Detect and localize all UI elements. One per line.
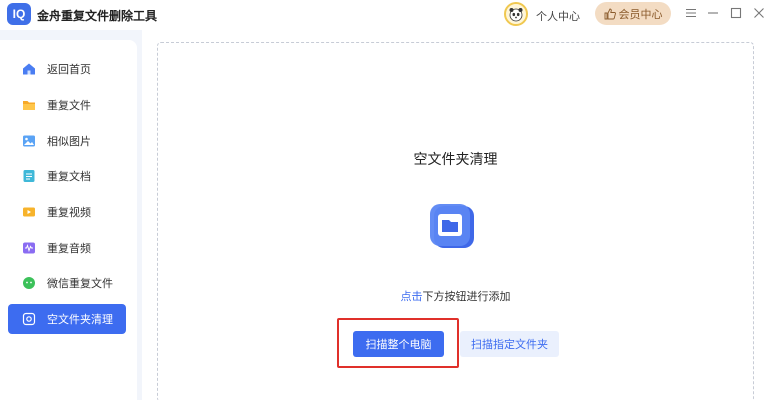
sidebar-item-duplicate-audio[interactable]: 重复音频 [8, 233, 126, 263]
page-title: 空文件夹清理 [413, 151, 498, 167]
hint-text: 下方按钮进行添加 [422, 291, 511, 303]
sidebar-item-label: 重复视频 [47, 207, 91, 219]
panda-avatar-icon [509, 8, 523, 22]
sidebar-item-duplicate-docs[interactable]: 重复文档 [8, 161, 126, 191]
sidebar-item-duplicate-videos[interactable]: 重复视频 [8, 197, 126, 227]
sidebar-item-label: 微信重复文件 [47, 278, 113, 290]
folder-icon [22, 98, 36, 112]
home-icon [22, 62, 36, 76]
wechat-icon [22, 276, 36, 290]
user-avatar[interactable] [504, 2, 528, 26]
audio-icon [22, 241, 36, 255]
sidebar-item-label: 重复文件 [47, 100, 91, 112]
sidebar: 返回首页 重复文件 相似图片 重复文档 重复视频 重复音频 微信重复文件 空文件… [0, 40, 137, 400]
empty-folder-icon [22, 312, 36, 326]
sidebar-item-wechat-duplicates[interactable]: 微信重复文件 [8, 268, 126, 298]
app-logo: IQ [7, 3, 31, 25]
sidebar-item-empty-folder-cleanup[interactable]: 空文件夹清理 [8, 304, 126, 334]
user-center-link[interactable]: 个人中心 [536, 8, 580, 24]
hint-click-link: 点击 [400, 291, 423, 303]
app-title: 金舟重复文件删除工具 [37, 9, 158, 23]
minimize-icon[interactable] [705, 5, 721, 21]
sidebar-item-label: 重复音频 [47, 243, 91, 255]
maximize-icon[interactable] [728, 5, 744, 21]
menu-icon[interactable] [683, 5, 699, 21]
add-hint: 点击下方按钮进行添加 [157, 288, 754, 304]
document-icon [22, 169, 36, 183]
sidebar-item-home[interactable]: 返回首页 [8, 54, 126, 84]
scan-specific-folder-button[interactable]: 扫描指定文件夹 [460, 331, 559, 357]
sidebar-item-label: 相似图片 [47, 136, 91, 148]
sidebar-item-label: 空文件夹清理 [47, 314, 113, 326]
video-icon [22, 205, 36, 219]
sidebar-item-label: 重复文档 [47, 171, 91, 183]
sidebar-item-duplicate-files[interactable]: 重复文件 [8, 90, 126, 120]
scan-entire-pc-button[interactable]: 扫描整个电脑 [353, 331, 444, 357]
close-icon[interactable] [751, 5, 767, 21]
folder-illustration-icon [422, 196, 486, 260]
thumbs-up-icon [604, 8, 616, 19]
sidebar-item-label: 返回首页 [47, 64, 91, 76]
image-icon [22, 134, 36, 148]
vip-center-button[interactable]: 会员中心 [595, 2, 671, 25]
sidebar-item-similar-images[interactable]: 相似图片 [8, 126, 126, 156]
vip-center-label: 会员中心 [618, 8, 663, 21]
title-bar: IQ 金舟重复文件删除工具 个人中心 会员中心 [0, 0, 771, 30]
